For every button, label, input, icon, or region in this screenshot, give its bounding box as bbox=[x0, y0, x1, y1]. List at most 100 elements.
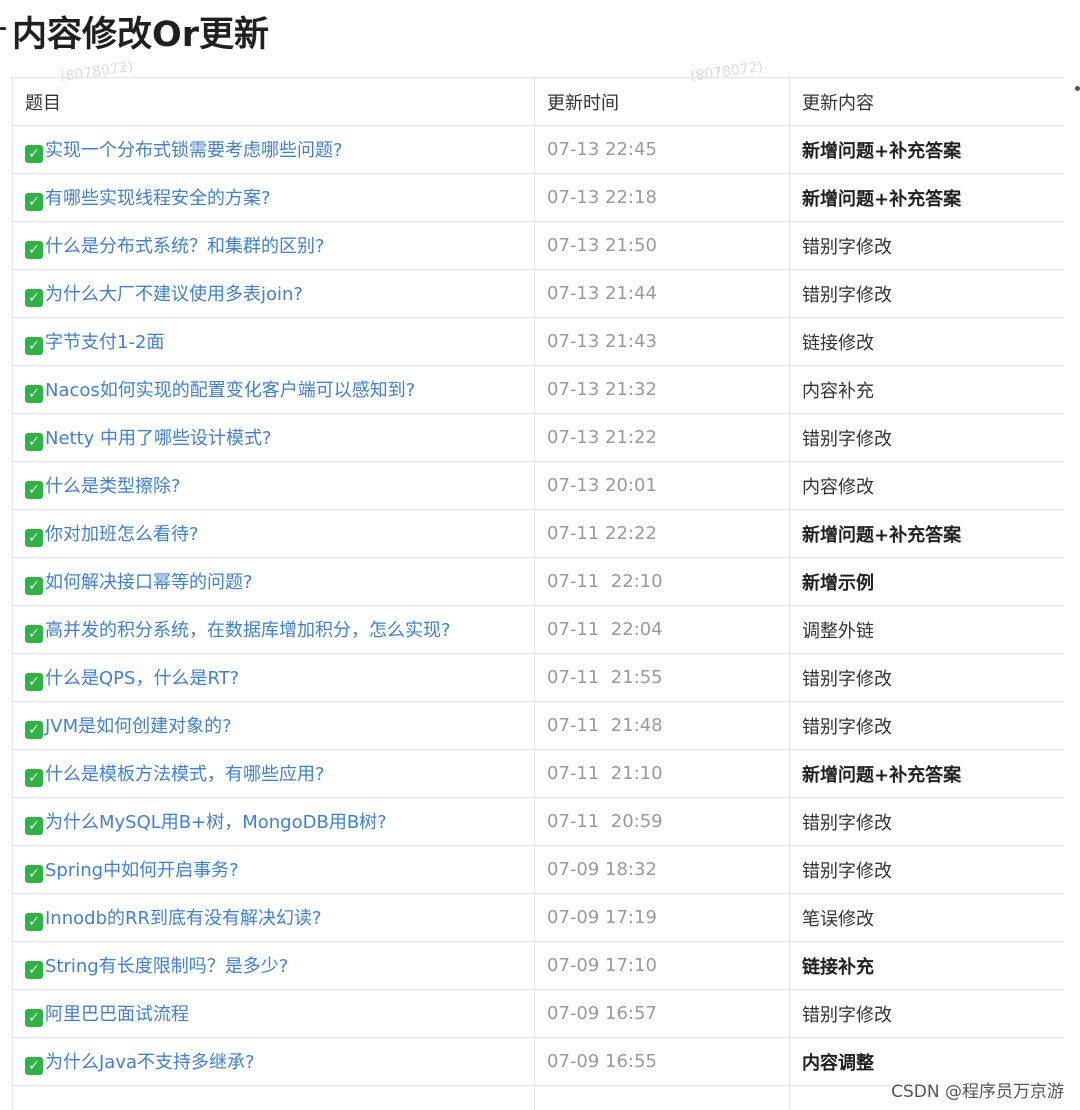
table-row: ✓ 实现一个分布式锁需要考虑哪些问题? 07-13 22:45 新增问题+补充答案 bbox=[12, 125, 1064, 174]
table-row: ✓ 有哪些实现线程安全的方案? 07-13 22:18 新增问题+补充答案 bbox=[12, 173, 1064, 222]
check-mark-icon: ✓ bbox=[25, 289, 43, 307]
question-link[interactable]: 实现一个分布式锁需要考虑哪些问题? bbox=[45, 140, 343, 161]
update-content-cell: 链接补充 bbox=[789, 941, 1064, 990]
update-content-cell: 内容补充 bbox=[789, 365, 1064, 414]
question-cell[interactable]: ✓ Netty 中用了哪些设计模式? bbox=[12, 413, 535, 462]
table-row: ✓ Nacos如何实现的配置变化客户端可以感知到? 07-13 21:32 内容补充 bbox=[12, 365, 1064, 414]
question-cell[interactable]: ✓ 高并发的积分系统，在数据库增加积分，怎么实现? bbox=[12, 605, 535, 654]
check-mark-icon: ✓ bbox=[25, 193, 43, 211]
question-link[interactable]: 有哪些实现线程安全的方案? bbox=[45, 188, 271, 209]
update-content-cell: 错别字修改 bbox=[789, 845, 1064, 894]
question-link[interactable]: JVM是如何创建对象的? bbox=[45, 716, 232, 737]
question-link[interactable]: Spring中如何开启事务? bbox=[45, 860, 239, 881]
question-cell[interactable]: ✓ 什么是QPS，什么是RT? bbox=[12, 653, 535, 702]
update-content-cell: 错别字修改 bbox=[789, 701, 1064, 750]
update-time-cell: 07-11 22:22 bbox=[534, 509, 790, 558]
update-content-cell: 错别字修改 bbox=[789, 989, 1064, 1038]
update-content-cell: 错别字修改 bbox=[789, 653, 1064, 702]
question-cell[interactable]: ✓ Innodb的RR到底有没有解决幻读? bbox=[12, 893, 535, 942]
question-cell[interactable]: ✓ JVM是如何创建对象的? bbox=[12, 701, 535, 750]
question-link[interactable]: String有长度限制吗？是多少? bbox=[45, 956, 288, 977]
update-time-cell bbox=[534, 1085, 790, 1110]
update-content-cell: 笔误修改 bbox=[789, 893, 1064, 942]
header-update-content: 更新内容 bbox=[789, 77, 1064, 126]
question-cell[interactable]: ✓ 阿里巴巴面试流程 bbox=[12, 989, 535, 1038]
update-content-cell: 错别字修改 bbox=[789, 221, 1064, 270]
check-mark-icon: ✓ bbox=[25, 241, 43, 259]
question-link[interactable]: 高并发的积分系统，在数据库增加积分，怎么实现? bbox=[45, 620, 451, 641]
question-link[interactable]: Netty 中用了哪些设计模式? bbox=[45, 428, 272, 449]
update-time-cell: 07-13 21:44 bbox=[534, 269, 790, 318]
update-time-cell: 07-09 16:55 bbox=[534, 1037, 790, 1086]
update-time-cell: 07-13 22:18 bbox=[534, 173, 790, 222]
question-cell[interactable] bbox=[12, 1085, 535, 1110]
table-row: ✓ JVM是如何创建对象的? 07-11 21:48 错别字修改 bbox=[12, 701, 1064, 750]
page-title: 内容修改Or更新 bbox=[12, 15, 270, 55]
question-link[interactable]: 字节支付1-2面 bbox=[45, 332, 164, 353]
check-mark-icon: ✓ bbox=[25, 817, 43, 835]
update-time-cell: 07-09 17:10 bbox=[534, 941, 790, 990]
question-cell[interactable]: ✓ 有哪些实现线程安全的方案? bbox=[12, 173, 535, 222]
question-link[interactable]: 什么是模板方法模式，有哪些应用? bbox=[45, 764, 325, 785]
table-row: ✓ 阿里巴巴面试流程 07-09 16:57 错别字修改 bbox=[12, 989, 1064, 1038]
update-time-cell: 07-13 21:43 bbox=[534, 317, 790, 366]
check-mark-icon: ✓ bbox=[25, 481, 43, 499]
question-cell[interactable]: ✓ 你对加班怎么看待? bbox=[12, 509, 535, 558]
update-time-cell: 07-11 21:10 bbox=[534, 749, 790, 798]
question-link[interactable]: 什么是QPS，什么是RT? bbox=[45, 668, 239, 689]
question-cell[interactable]: ✓ 为什么大厂不建议使用多表join? bbox=[12, 269, 535, 318]
question-link[interactable]: 阿里巴巴面试流程 bbox=[45, 1004, 189, 1025]
question-cell[interactable]: ✓ 实现一个分布式锁需要考虑哪些问题? bbox=[12, 125, 535, 174]
update-content-cell: 调整外链 bbox=[789, 605, 1064, 654]
update-time-cell: 07-11 22:04 bbox=[534, 605, 790, 654]
question-cell[interactable]: ✓ 为什么Java不支持多继承? bbox=[12, 1037, 535, 1086]
update-content-cell: 错别字修改 bbox=[789, 797, 1064, 846]
table-row: ✓ Innodb的RR到底有没有解决幻读? 07-09 17:19 笔误修改 bbox=[12, 893, 1064, 942]
question-cell[interactable]: ✓ String有长度限制吗？是多少? bbox=[12, 941, 535, 990]
check-mark-icon: ✓ bbox=[25, 769, 43, 787]
table-body: ✓ 实现一个分布式锁需要考虑哪些问题? 07-13 22:45 新增问题+补充答案 ✓ 有… bbox=[12, 125, 1064, 1110]
question-link[interactable]: 你对加班怎么看待? bbox=[45, 524, 199, 545]
question-cell[interactable]: ✓ 字节支付1-2面 bbox=[12, 317, 535, 366]
update-content-cell: 新增示例 bbox=[789, 557, 1064, 606]
table-row: ✓ 如何解决接口幂等的问题? 07-11 22:10 新增示例 bbox=[12, 557, 1064, 606]
update-content-cell: 新增问题+补充答案 bbox=[789, 749, 1064, 798]
update-content-cell: 新增问题+补充答案 bbox=[789, 125, 1064, 174]
question-link[interactable]: 什么是分布式系统？和集群的区别? bbox=[45, 236, 325, 257]
check-mark-icon: ✓ bbox=[25, 625, 43, 643]
heading-row: 内容修改Or更新 bbox=[0, 0, 700, 60]
question-link[interactable]: Nacos如何实现的配置变化客户端可以感知到? bbox=[45, 380, 415, 401]
update-content-cell: 链接修改 bbox=[789, 317, 1064, 366]
table-row: ✓ 什么是QPS，什么是RT? 07-11 21:55 错别字修改 bbox=[12, 653, 1064, 702]
question-cell[interactable]: ✓ 什么是分布式系统？和集群的区别? bbox=[12, 221, 535, 270]
check-mark-icon: ✓ bbox=[25, 1057, 43, 1075]
update-table: 题目 更新时间 更新内容 ✓ 实现一个分布式锁需要考虑哪些问题? 07-13 22:… bbox=[12, 77, 1064, 1110]
table-row: ✓ 你对加班怎么看待? 07-11 22:22 新增问题+补充答案 bbox=[12, 509, 1064, 558]
update-time-cell: 07-11 20:59 bbox=[534, 797, 790, 846]
question-link[interactable]: 为什么Java不支持多继承? bbox=[45, 1052, 255, 1073]
update-time-cell: 07-09 17:19 bbox=[534, 893, 790, 942]
question-cell[interactable]: ✓ 为什么MySQL用B+树，MongoDB用B树? bbox=[12, 797, 535, 846]
question-cell[interactable]: ✓ Nacos如何实现的配置变化客户端可以感知到? bbox=[12, 365, 535, 414]
question-link[interactable]: 什么是类型擦除? bbox=[45, 476, 181, 497]
question-cell[interactable]: ✓ 什么是类型擦除? bbox=[12, 461, 535, 510]
table-row: ✓ 什么是类型擦除? 07-13 20:01 内容修改 bbox=[12, 461, 1064, 510]
table-row: ✓ 什么是模板方法模式，有哪些应用? 07-11 21:10 新增问题+补充答案 bbox=[12, 749, 1064, 798]
update-time-cell: 07-11 22:10 bbox=[534, 557, 790, 606]
question-link[interactable]: Innodb的RR到底有没有解决幻读? bbox=[45, 908, 322, 929]
check-mark-icon: ✓ bbox=[25, 385, 43, 403]
update-time-cell: 07-09 18:32 bbox=[534, 845, 790, 894]
table-row: ✓ Spring中如何开启事务? 07-09 18:32 错别字修改 bbox=[12, 845, 1064, 894]
check-mark-icon: ✓ bbox=[25, 721, 43, 739]
question-cell[interactable]: ✓ 如何解决接口幂等的问题? bbox=[12, 557, 535, 606]
question-link[interactable]: 如何解决接口幂等的问题? bbox=[45, 572, 253, 593]
question-cell[interactable]: ✓ Spring中如何开启事务? bbox=[12, 845, 535, 894]
update-content-cell: 内容修改 bbox=[789, 461, 1064, 510]
update-time-cell: 07-13 21:32 bbox=[534, 365, 790, 414]
update-time-cell: 07-11 21:55 bbox=[534, 653, 790, 702]
scroll-indicator-dot bbox=[1075, 86, 1080, 91]
question-link[interactable]: 为什么大厂不建议使用多表join? bbox=[45, 284, 303, 305]
question-cell[interactable]: ✓ 什么是模板方法模式，有哪些应用? bbox=[12, 749, 535, 798]
update-content-cell: 错别字修改 bbox=[789, 269, 1064, 318]
question-link[interactable]: 为什么MySQL用B+树，MongoDB用B树? bbox=[45, 812, 387, 833]
